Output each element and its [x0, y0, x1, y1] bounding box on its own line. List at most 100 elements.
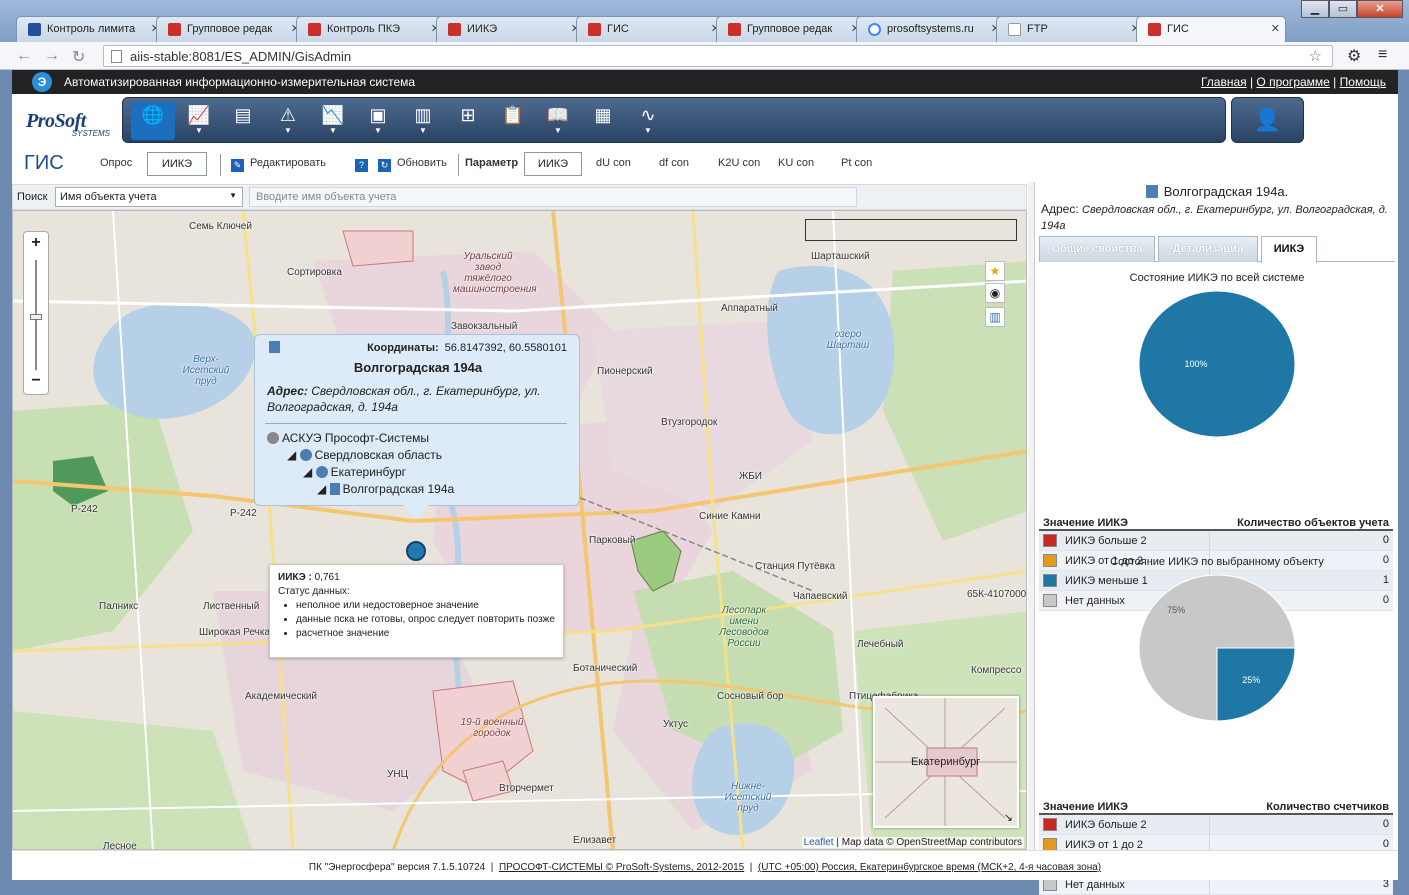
- nav-charts[interactable]: 📈 ▼: [177, 102, 221, 140]
- browser-tab-active[interactable]: ГИС ✕: [1136, 16, 1286, 42]
- nav-reports[interactable]: ▣ ▼: [356, 102, 400, 140]
- map-place-label: Нижне-Исетский пруд: [724, 781, 772, 814]
- buildings-layer-icon[interactable]: ▥: [985, 307, 1005, 327]
- minimap[interactable]: Екатеринбург ↘: [873, 696, 1019, 828]
- url-text: aiis-stable:8081/ES_ADMIN/GisAdmin: [130, 49, 352, 64]
- footer-copyright-link[interactable]: ПРОСОФТ-СИСТЕМЫ © ProSoft-Systems, 2012-…: [499, 862, 744, 873]
- settings-gear-icon[interactable]: ⚙: [1347, 46, 1361, 66]
- tree-item-region[interactable]: ◢ Свердловская область: [287, 448, 442, 462]
- reload-icon[interactable]: ↻: [72, 47, 85, 67]
- map-place-label: Лесопарк имени Лесоводов России: [719, 605, 769, 649]
- param-pt[interactable]: Pt con: [841, 157, 872, 169]
- minimize-icon[interactable]: ▁: [1301, 0, 1329, 18]
- back-icon[interactable]: ←: [16, 47, 32, 65]
- nav-clipboard[interactable]: 📋: [491, 102, 535, 140]
- browser-tab[interactable]: Групповое редак✕: [156, 16, 306, 42]
- main-nav: 🌐 📈 ▼ ▤ ⚠ ▼ 📉 ▼ ▣ ▼ ▥ ▼ ⊞ 📋 📖 ▼ ▦ ∿ ▼: [122, 97, 1226, 143]
- close-tab-icon[interactable]: ✕: [1271, 22, 1280, 35]
- help-button[interactable]: ?: [355, 157, 374, 172]
- nav-calc[interactable]: ▦: [581, 102, 625, 140]
- minimap-toggle-icon[interactable]: ↘: [1004, 811, 1013, 824]
- tab-label: FTP: [1027, 23, 1048, 35]
- selection-rectangle: [805, 219, 1017, 241]
- edit-button[interactable]: ✎ Редактировать: [231, 157, 326, 172]
- address-bar[interactable]: aiis-stable:8081/ES_ADMIN/GisAdmin ☆: [103, 45, 1333, 67]
- nav-objects[interactable]: ▥ ▼: [401, 102, 445, 140]
- layers-icon[interactable]: ◉: [985, 283, 1005, 303]
- search-input[interactable]: Вводите имя объекта учета: [249, 187, 857, 207]
- tooltip-status-list: неполное или недостоверное значение данн…: [278, 599, 557, 641]
- favicon-icon: [28, 23, 41, 36]
- favorites-star-icon[interactable]: ★: [985, 261, 1005, 281]
- map-place-label: Синие Камни: [699, 511, 761, 522]
- tree-item-city[interactable]: ◢ Екатеринбург: [303, 465, 406, 479]
- zoom-in-button[interactable]: +: [24, 232, 48, 254]
- user-button[interactable]: 👤: [1231, 97, 1304, 143]
- browser-tab[interactable]: Групповое редак✕: [716, 16, 866, 42]
- browser-tab[interactable]: Контроль ПКЭ✕: [296, 16, 446, 42]
- tab-label: prosoftsystems.ru: [887, 23, 974, 35]
- caret-icon: ▼: [329, 126, 337, 135]
- alert-icon: ⚠: [279, 105, 297, 125]
- zoom-slider-knob[interactable]: [30, 314, 42, 320]
- bookmark-star-icon[interactable]: ☆: [1309, 47, 1322, 65]
- param-ku[interactable]: KU con: [778, 157, 814, 169]
- footer-timezone-link[interactable]: (UTC +05:00) Россия, Екатеринбургское вр…: [758, 862, 1101, 873]
- nav-documents[interactable]: ▤: [221, 102, 265, 140]
- map-view[interactable]: Семь Ключей Сортировка Уральский завод тяж…: [12, 210, 1027, 850]
- browser-tab[interactable]: Контроль лимита✕: [16, 16, 166, 42]
- map-place-label: Станция Путёвка: [755, 561, 836, 572]
- browser-titlebar: Контроль лимита✕ Групповое редак✕ Контро…: [0, 0, 1409, 44]
- tab-general[interactable]: Общие свойства: [1039, 236, 1155, 262]
- iike-button[interactable]: ИИКЭ: [147, 152, 207, 176]
- browser-tab[interactable]: ГИС✕: [576, 16, 726, 42]
- tab-iike[interactable]: ИИКЭ: [1261, 236, 1317, 263]
- map-place-label: Академический: [245, 691, 318, 702]
- line-chart-icon: 📈: [187, 105, 211, 125]
- refresh-button[interactable]: ↻ Обновить: [378, 157, 447, 172]
- nav-trends[interactable]: 📉 ▼: [311, 102, 355, 140]
- zoom-out-button[interactable]: −: [24, 370, 48, 392]
- link-home[interactable]: Главная: [1201, 75, 1247, 89]
- leaflet-link[interactable]: Leaflet: [804, 837, 834, 848]
- tree-item-root[interactable]: АСКУЭ Прософт-Системы: [267, 431, 429, 445]
- tab-details[interactable]: Детализация: [1158, 236, 1258, 262]
- map-place-label: Уктус: [663, 719, 688, 730]
- popup-tip: [403, 505, 429, 519]
- opros-label[interactable]: Опрос: [100, 157, 132, 169]
- link-about[interactable]: О программе: [1256, 75, 1329, 89]
- map-place-label: Лесное: [103, 841, 137, 850]
- map-place-label: Широкая Речка: [199, 627, 271, 638]
- col-header: Значение ИИКЭ: [1039, 516, 1209, 531]
- nav-journal[interactable]: 📖 ▼: [536, 102, 580, 140]
- browser-tab[interactable]: FTP✕: [996, 16, 1146, 42]
- search-type-select[interactable]: Имя объекта учета ▼: [55, 187, 243, 207]
- object-marker[interactable]: [406, 541, 426, 561]
- nav-gis[interactable]: 🌐: [131, 102, 175, 140]
- tree-label: Волгоградская 194а: [342, 482, 455, 496]
- browser-tab[interactable]: prosoftsystems.ru✕: [856, 16, 1006, 42]
- nav-waveform[interactable]: ∿ ▼: [626, 102, 670, 140]
- tooltip-value-line: ИИКЭ : 0,761: [278, 571, 557, 585]
- nav-alerts[interactable]: ⚠ ▼: [266, 102, 310, 140]
- tab-label: Контроль лимита: [47, 23, 136, 35]
- browser-tab[interactable]: ИИКЭ✕: [436, 16, 586, 42]
- tab-label: Групповое редак: [747, 23, 833, 35]
- panel-address: Адрес: Свердловская обл., г. Екатеринбур…: [1041, 202, 1393, 234]
- region-icon: [299, 449, 312, 461]
- param-iike-button[interactable]: ИИКЭ: [524, 152, 582, 176]
- tree-item-object[interactable]: ◢ Волгоградская 194а: [317, 482, 454, 496]
- document-icon: ▤: [234, 105, 252, 125]
- param-df[interactable]: df con: [659, 157, 689, 169]
- forward-icon[interactable]: →: [44, 47, 60, 65]
- maximize-icon[interactable]: ▭: [1329, 0, 1357, 18]
- menu-icon[interactable]: ≡: [1378, 46, 1387, 64]
- nav-hierarchy[interactable]: ⊞: [446, 102, 490, 140]
- legend-cell: ИИКЭ больше 2: [1039, 814, 1209, 835]
- param-du[interactable]: dU con: [596, 157, 631, 169]
- param-k2u[interactable]: K2U con: [718, 157, 760, 169]
- coord-label: Координаты:: [367, 342, 439, 354]
- link-help[interactable]: Помощь: [1340, 75, 1386, 89]
- user-support-icon: 👤: [1253, 107, 1282, 132]
- close-window-icon[interactable]: ✕: [1357, 0, 1403, 18]
